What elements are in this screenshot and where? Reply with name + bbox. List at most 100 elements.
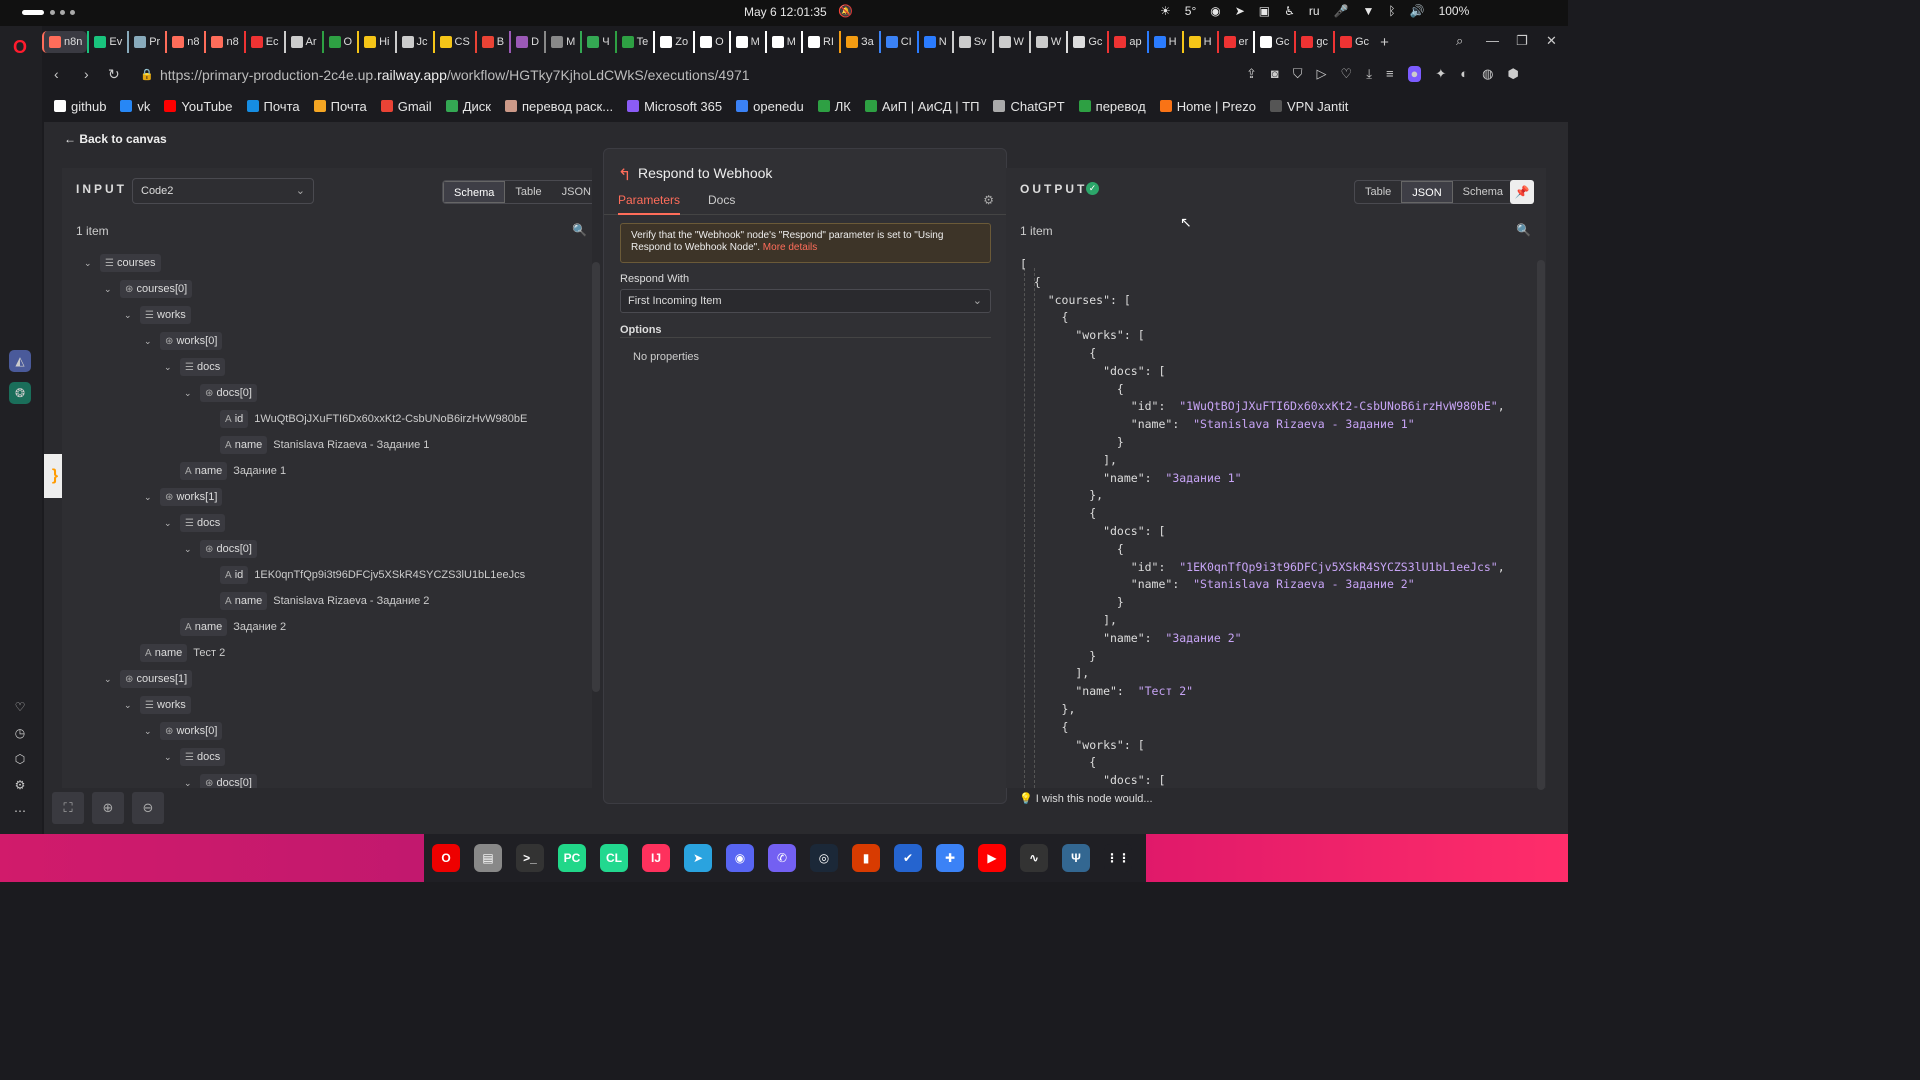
json-line[interactable]: "id": "1EK0qnTfQp9i3t96DFCjv5XSkR4SYCZS3… bbox=[1020, 559, 1505, 577]
browser-tab[interactable]: n8 bbox=[204, 31, 243, 53]
input-scrollbar[interactable] bbox=[592, 262, 600, 692]
extensions-box-icon[interactable]: ⬡ bbox=[9, 748, 31, 770]
schema-key[interactable]: ☰ works bbox=[140, 306, 191, 324]
notifications-off-icon[interactable]: 🔕 bbox=[838, 4, 853, 18]
schema-key[interactable]: ⊛ docs[0] bbox=[200, 384, 257, 402]
new-tab-icon[interactable]: + bbox=[1380, 34, 1389, 51]
bookmark-item[interactable]: VPN Jantit bbox=[1269, 99, 1348, 114]
schema-node[interactable]: A id 1EK0qnTfQp9i3t96DFCjv5XSkR4SYCZS3lU1… bbox=[204, 566, 525, 584]
bookmark-item[interactable]: openedu bbox=[736, 99, 804, 114]
json-line[interactable]: "courses": [ bbox=[1020, 292, 1505, 310]
bookmark-item[interactable]: перевод раск... bbox=[504, 99, 613, 114]
more-details-link[interactable]: More details bbox=[763, 242, 817, 253]
viber-icon[interactable]: ✆ bbox=[768, 844, 796, 872]
bookmark-item[interactable]: Gmail bbox=[380, 99, 432, 114]
input-view-json[interactable]: JSON bbox=[552, 181, 592, 203]
schema-node[interactable]: ⌄ ☰ works bbox=[124, 696, 197, 714]
youtube-music-icon[interactable]: ▶ bbox=[978, 844, 1006, 872]
terminal-icon[interactable]: >_ bbox=[516, 844, 544, 872]
json-line[interactable]: "id": "1WuQtBOjJXuFTI6Dx60xxKt2-CsbUNoB6… bbox=[1020, 398, 1505, 416]
minimize-icon[interactable]: — bbox=[1486, 33, 1499, 48]
shield-icon[interactable]: ⛉ bbox=[1293, 66, 1303, 82]
schema-key[interactable]: ⊛ works[0] bbox=[160, 332, 223, 350]
browser-tab[interactable]: O bbox=[693, 31, 729, 53]
ext-icon[interactable]: ◍ bbox=[1482, 66, 1493, 82]
input-view-schema[interactable]: Schema bbox=[443, 181, 506, 203]
pin-data-icon[interactable]: 📌 bbox=[1510, 180, 1534, 204]
wifi-icon[interactable]: ▼ bbox=[1363, 4, 1375, 18]
schema-node[interactable]: ⌄ ☰ docs bbox=[164, 358, 231, 376]
browser-tab[interactable]: D bbox=[509, 31, 544, 53]
translate-ext-icon[interactable]: ✦ bbox=[1435, 66, 1446, 82]
accessibility-icon[interactable]: ♿ bbox=[1284, 4, 1295, 18]
browser-tab[interactable]: Hi bbox=[357, 31, 394, 53]
system-clock[interactable]: May 6 12:01:35 bbox=[744, 5, 827, 19]
bookmark-item[interactable]: перевод bbox=[1078, 99, 1146, 114]
json-line[interactable]: "name": "Задание 2" bbox=[1020, 630, 1505, 648]
schema-node[interactable]: A name Stanislava Rizaeva - Задание 2 bbox=[204, 592, 429, 610]
schema-node[interactable]: A name Задание 2 bbox=[164, 618, 286, 636]
workspace-indicator[interactable] bbox=[22, 10, 44, 15]
schema-key[interactable]: A name bbox=[220, 436, 268, 454]
zoom-in-icon[interactable]: ⊕ bbox=[92, 792, 124, 824]
address-input[interactable]: https://primary-production-2c4e.up.railw… bbox=[160, 67, 750, 83]
close-icon[interactable]: ✕ bbox=[1546, 33, 1557, 49]
browser-tab[interactable]: CS bbox=[432, 31, 475, 53]
workspace-dot[interactable] bbox=[60, 10, 65, 15]
fit-view-icon[interactable]: ⛶ bbox=[52, 792, 84, 824]
chevron-down-icon[interactable]: ⌄ bbox=[104, 674, 114, 685]
browser-tab[interactable]: RI bbox=[800, 31, 839, 53]
schema-node[interactable]: ⌄ ☰ docs bbox=[164, 514, 231, 532]
browser-tab[interactable]: M bbox=[544, 31, 580, 53]
json-line[interactable]: "docs": [ bbox=[1020, 523, 1505, 541]
output-view-table[interactable]: Table bbox=[1355, 181, 1401, 203]
browser-tab[interactable]: Pr bbox=[127, 31, 165, 53]
respond-with-select[interactable]: First Incoming Item ⌄ bbox=[620, 289, 991, 313]
chevron-down-icon[interactable]: ⌄ bbox=[184, 388, 194, 399]
discord-tray-icon[interactable]: ◉ bbox=[1210, 4, 1220, 18]
ext-icon[interactable]: ◐ bbox=[1460, 66, 1468, 82]
todo-icon[interactable]: ✔ bbox=[894, 844, 922, 872]
tab-parameters[interactable]: Parameters bbox=[618, 193, 681, 215]
output-view-json[interactable]: JSON bbox=[1401, 181, 1453, 203]
telegram-icon[interactable]: ➤ bbox=[684, 844, 712, 872]
browser-tab[interactable]: H bbox=[1181, 31, 1217, 53]
chevron-down-icon[interactable]: ⌄ bbox=[124, 310, 134, 321]
chevron-down-icon[interactable]: ⌄ bbox=[84, 258, 94, 269]
browser-tab[interactable]: n8 bbox=[165, 31, 204, 53]
schema-key[interactable]: ⊛ docs[0] bbox=[200, 774, 257, 788]
schema-node[interactable]: ⌄ ☰ docs bbox=[164, 748, 231, 766]
browser-tab[interactable]: Ec bbox=[243, 31, 284, 53]
profile-icon[interactable]: ● bbox=[1407, 66, 1422, 82]
chevron-down-icon[interactable]: ⌄ bbox=[124, 700, 134, 711]
ext-icon[interactable]: ⬢ bbox=[1508, 66, 1519, 82]
output-view-schema[interactable]: Schema bbox=[1453, 181, 1513, 203]
volume-icon[interactable]: 🔊 bbox=[1410, 4, 1425, 18]
aria-icon[interactable]: ◭ bbox=[9, 350, 31, 372]
json-line[interactable]: { bbox=[1020, 345, 1505, 363]
gear-icon[interactable]: ⚙ bbox=[983, 193, 994, 207]
json-line[interactable]: "name": "Тест 2" bbox=[1020, 683, 1505, 701]
schema-node[interactable]: A name Stanislava Rizaeva - Задание 1 bbox=[204, 436, 429, 454]
heart-icon[interactable]: ♡ bbox=[1341, 66, 1353, 82]
browser-tab[interactable]: Ч bbox=[580, 31, 614, 53]
json-line[interactable]: "name": "Stanislava Rizaeva - Задание 1" bbox=[1020, 416, 1505, 434]
json-line[interactable]: ], bbox=[1020, 612, 1505, 630]
json-line[interactable]: "name": "Stanislava Rizaeva - Задание 2" bbox=[1020, 576, 1505, 594]
browser-tab[interactable]: Gc bbox=[1066, 31, 1107, 53]
browser-tab[interactable]: ap bbox=[1107, 31, 1146, 53]
json-output[interactable]: [ { "courses": [ { "works": [ { "docs": … bbox=[1020, 256, 1505, 788]
browser-tab[interactable]: W bbox=[991, 31, 1029, 53]
browser-tab[interactable]: Zo bbox=[653, 31, 693, 53]
chevron-down-icon[interactable]: ⌄ bbox=[104, 284, 114, 295]
tab-docs[interactable]: Docs bbox=[708, 193, 735, 207]
json-line[interactable]: "works": [ bbox=[1020, 327, 1505, 345]
bookmark-item[interactable]: ChatGPT bbox=[993, 99, 1065, 114]
schema-node[interactable]: ⌄ ⊛ works[0] bbox=[144, 332, 228, 350]
schema-node[interactable]: ⌄ ⊛ works[1] bbox=[144, 488, 228, 506]
input-view-table[interactable]: Table bbox=[505, 181, 551, 203]
chevron-down-icon[interactable]: ⌄ bbox=[184, 544, 194, 555]
schema-key[interactable]: A id bbox=[220, 566, 249, 584]
schema-key[interactable]: A name bbox=[180, 618, 228, 636]
schema-node[interactable]: ⌄ ⊛ courses[0] bbox=[104, 280, 198, 298]
